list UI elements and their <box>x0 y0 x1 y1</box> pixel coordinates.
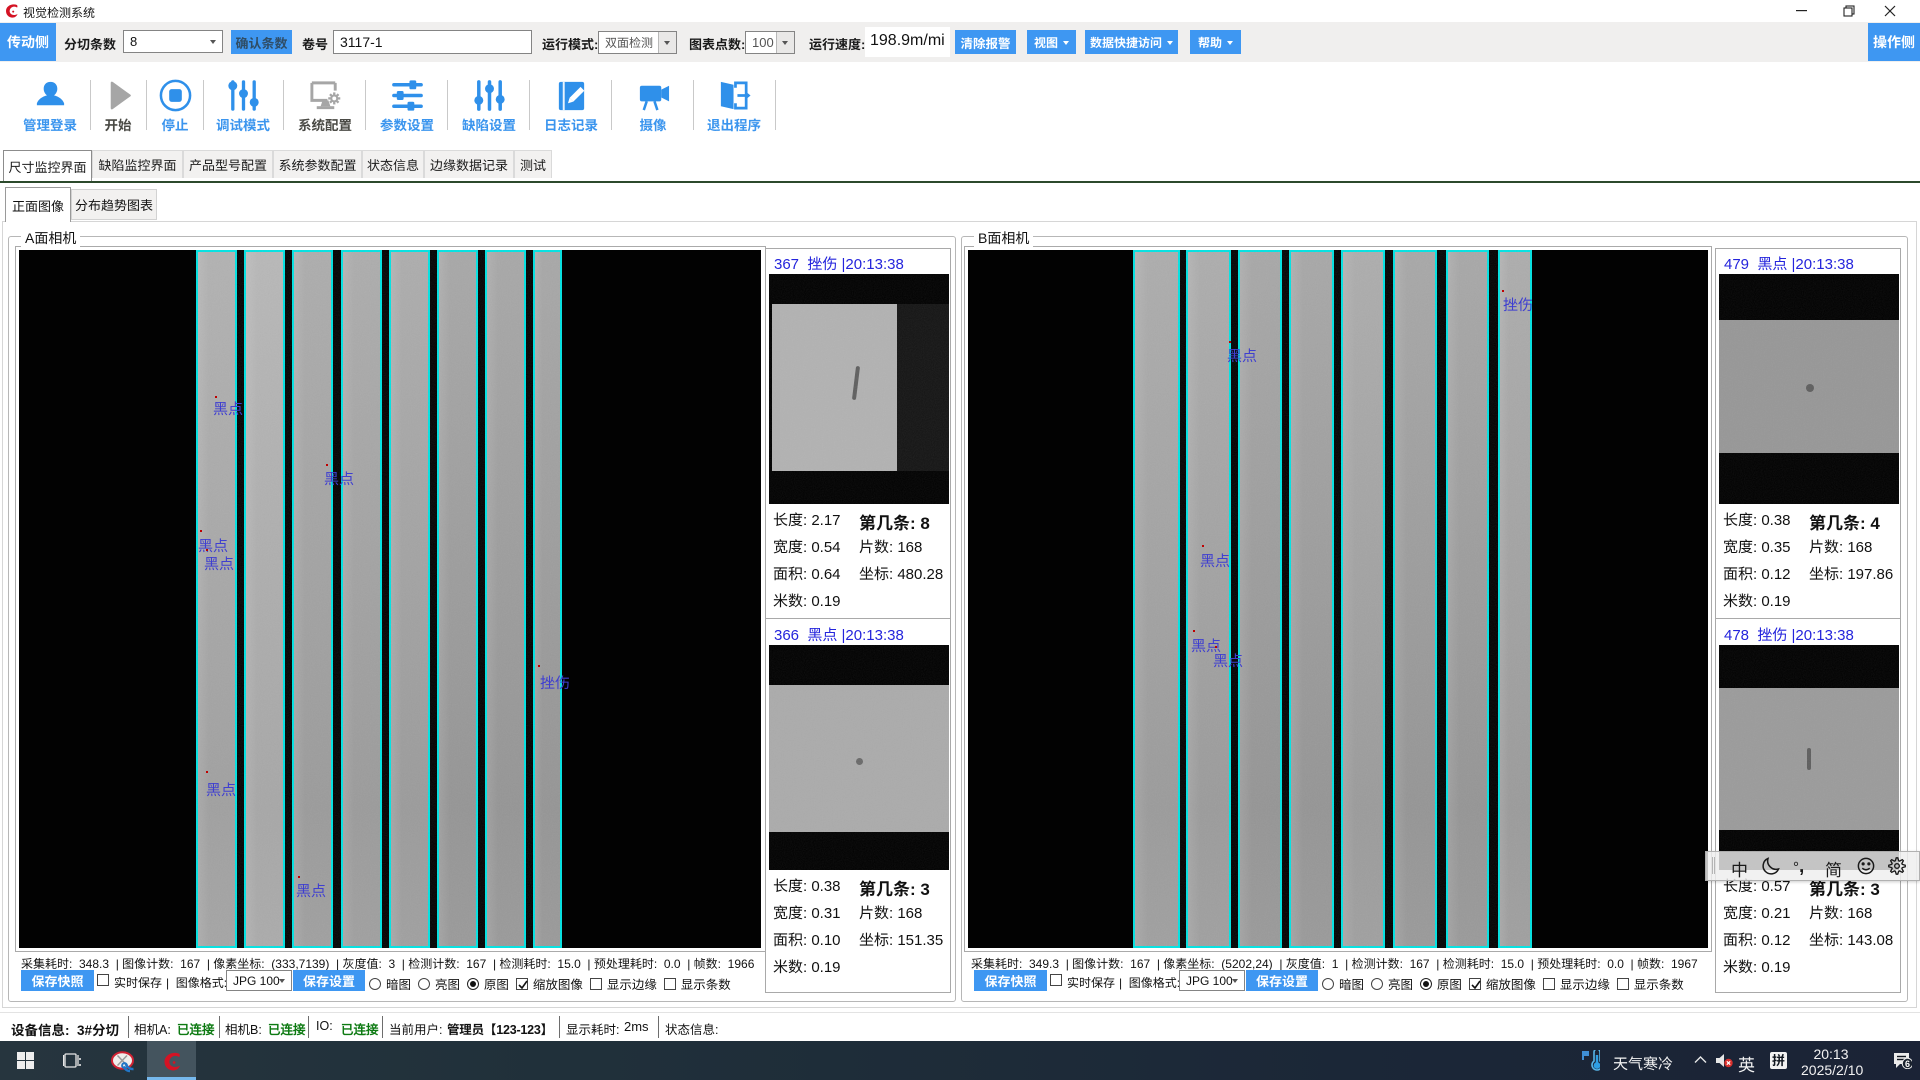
svg-text:6: 6 <box>1905 1059 1910 1069</box>
